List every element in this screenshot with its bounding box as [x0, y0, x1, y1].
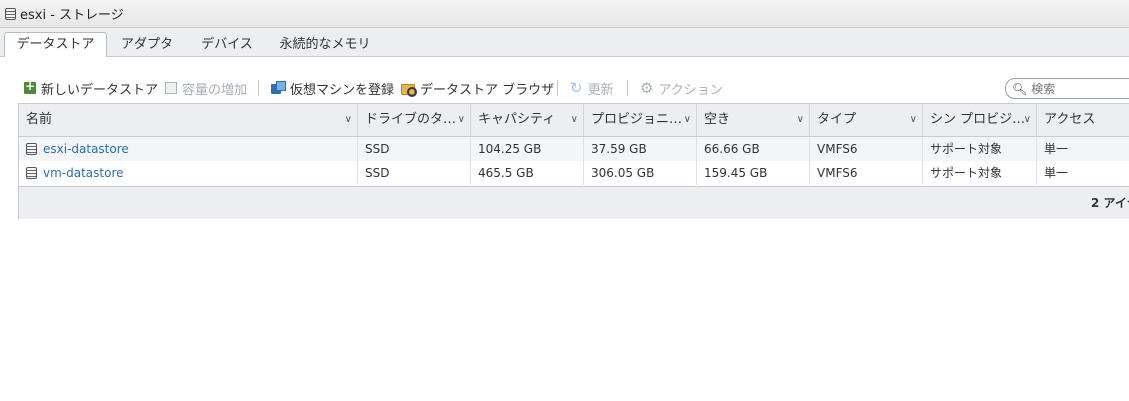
table-header: 名前 ∨ ドライブのタ… ∨ キャパシティ ∨ プロビジョニ… ∨ 空き ∨ タイプ ∨ シ… [19, 104, 1129, 137]
increase-capacity-label: 容量の増加 [182, 82, 248, 98]
increase-capacity-icon [165, 82, 177, 94]
refresh-icon: ↻ [570, 78, 583, 97]
tab-bar: データストア アダプタ デバイス 永続的なメモリ [0, 28, 1129, 57]
cell-type: VMFS6 [810, 161, 923, 185]
cell-provisioned: 37.59 GB [584, 137, 697, 161]
refresh-button[interactable]: ↻ 更新 [570, 76, 614, 100]
chevron-down-icon[interactable]: ∨ [458, 104, 465, 136]
datastore-icon [26, 143, 37, 155]
column-header-label: キャパシティ [478, 112, 556, 127]
chevron-down-icon[interactable]: ∨ [797, 104, 804, 136]
column-header-thin-provisioning[interactable]: シン プロビジ… ∨ [923, 104, 1037, 136]
cell-name: vm-datastore [19, 161, 358, 185]
tab-devices[interactable]: デバイス [196, 33, 258, 57]
new-datastore-icon [24, 79, 36, 94]
chevron-down-icon[interactable]: ∨ [345, 104, 352, 136]
column-header-label: 名前 [26, 112, 53, 127]
cell-drive-type: SSD [358, 161, 471, 185]
datastore-table: 名前 ∨ ドライブのタ… ∨ キャパシティ ∨ プロビジョニ… ∨ 空き ∨ タイプ ∨ シ… [18, 103, 1129, 219]
column-header-label: アクセス [1044, 112, 1096, 127]
chevron-down-icon[interactable]: ∨ [684, 104, 691, 136]
column-header-drive-type[interactable]: ドライブのタ… ∨ [358, 104, 471, 136]
actions-button[interactable]: ⚙ アクション [640, 76, 723, 100]
increase-capacity-button[interactable]: 容量の増加 [165, 76, 247, 100]
column-header-label: プロビジョニ… [591, 112, 683, 127]
cell-thin-provisioning: サポート対象 [923, 161, 1037, 185]
table-row[interactable]: esxi-datastore SSD 104.25 GB 37.59 GB 66… [19, 137, 1129, 161]
chevron-down-icon[interactable]: ∨ [910, 104, 917, 136]
cell-capacity: 465.5 GB [471, 161, 584, 185]
cell-name: esxi-datastore [19, 137, 358, 161]
chevron-down-icon[interactable]: ∨ [571, 104, 578, 136]
new-datastore-label: 新しいデータストア [41, 82, 159, 98]
cell-free: 66.66 GB [697, 137, 810, 161]
cell-provisioned: 306.05 GB [584, 161, 697, 185]
table-row[interactable]: vm-datastore SSD 465.5 GB 306.05 GB 159.… [19, 161, 1129, 185]
datastore-icon [26, 167, 37, 179]
datastore-browser-icon [401, 82, 417, 97]
register-vm-button[interactable]: 仮想マシンを登録 [271, 76, 394, 100]
tab-adapters[interactable]: アダプタ [116, 33, 178, 57]
column-header-capacity[interactable]: キャパシティ ∨ [471, 104, 584, 136]
search-icon: 🔍︎ [1012, 81, 1028, 96]
cell-drive-type: SSD [358, 137, 471, 161]
datastore-icon [5, 7, 16, 20]
datastore-browser-button[interactable]: データストア ブラウザ [401, 76, 554, 100]
toolbar-divider [627, 80, 628, 96]
register-vm-icon [271, 81, 286, 95]
search-input[interactable] [1031, 81, 1129, 96]
refresh-label: 更新 [587, 82, 614, 98]
column-header-name[interactable]: 名前 ∨ [19, 104, 358, 136]
column-header-label: ドライブのタ… [365, 112, 457, 127]
search-box: 🔍︎ [1005, 78, 1129, 99]
column-header-label: タイプ [817, 112, 857, 127]
datastore-browser-label: データストア ブラウザ [420, 82, 555, 98]
column-header-label: 空き [704, 112, 731, 127]
item-count: 2 アイテム [1091, 196, 1129, 210]
actions-label: アクション [658, 82, 723, 98]
cell-type: VMFS6 [810, 137, 923, 161]
gear-icon: ⚙ [640, 78, 654, 97]
datastore-link[interactable]: vm-datastore [43, 161, 124, 185]
cell-thin-provisioning: サポート対象 [923, 137, 1037, 161]
toolbar-divider [258, 80, 259, 96]
toolbar: 新しいデータストア 容量の増加 仮想マシンを登録 データストア ブラウザ ↻ 更… [0, 76, 1129, 100]
column-header-access[interactable]: アクセス [1037, 104, 1129, 136]
column-header-provisioned[interactable]: プロビジョニ… ∨ [584, 104, 697, 136]
toolbar-divider [557, 80, 558, 96]
table-footer: 2 アイテム [19, 186, 1129, 219]
cell-access: 単一 [1044, 142, 1069, 156]
new-datastore-button[interactable]: 新しいデータストア [24, 76, 158, 100]
datastore-link[interactable]: esxi-datastore [43, 137, 129, 161]
cell-access: 単一 [1044, 166, 1069, 180]
column-header-label: シン プロビジ… [930, 112, 1026, 127]
window-title: esxi - ストレージ [20, 8, 124, 23]
cell-capacity: 104.25 GB [471, 137, 584, 161]
window-titlebar: esxi - ストレージ [0, 0, 1129, 28]
register-vm-label: 仮想マシンを登録 [290, 82, 395, 98]
cell-free: 159.45 GB [697, 161, 810, 185]
column-header-free[interactable]: 空き ∨ [697, 104, 810, 136]
chevron-down-icon[interactable]: ∨ [1024, 104, 1031, 136]
tab-persistent-memory[interactable]: 永続的なメモリ [276, 33, 374, 57]
tab-datastores[interactable]: データストア [4, 32, 107, 57]
column-header-type[interactable]: タイプ ∨ [810, 104, 923, 136]
